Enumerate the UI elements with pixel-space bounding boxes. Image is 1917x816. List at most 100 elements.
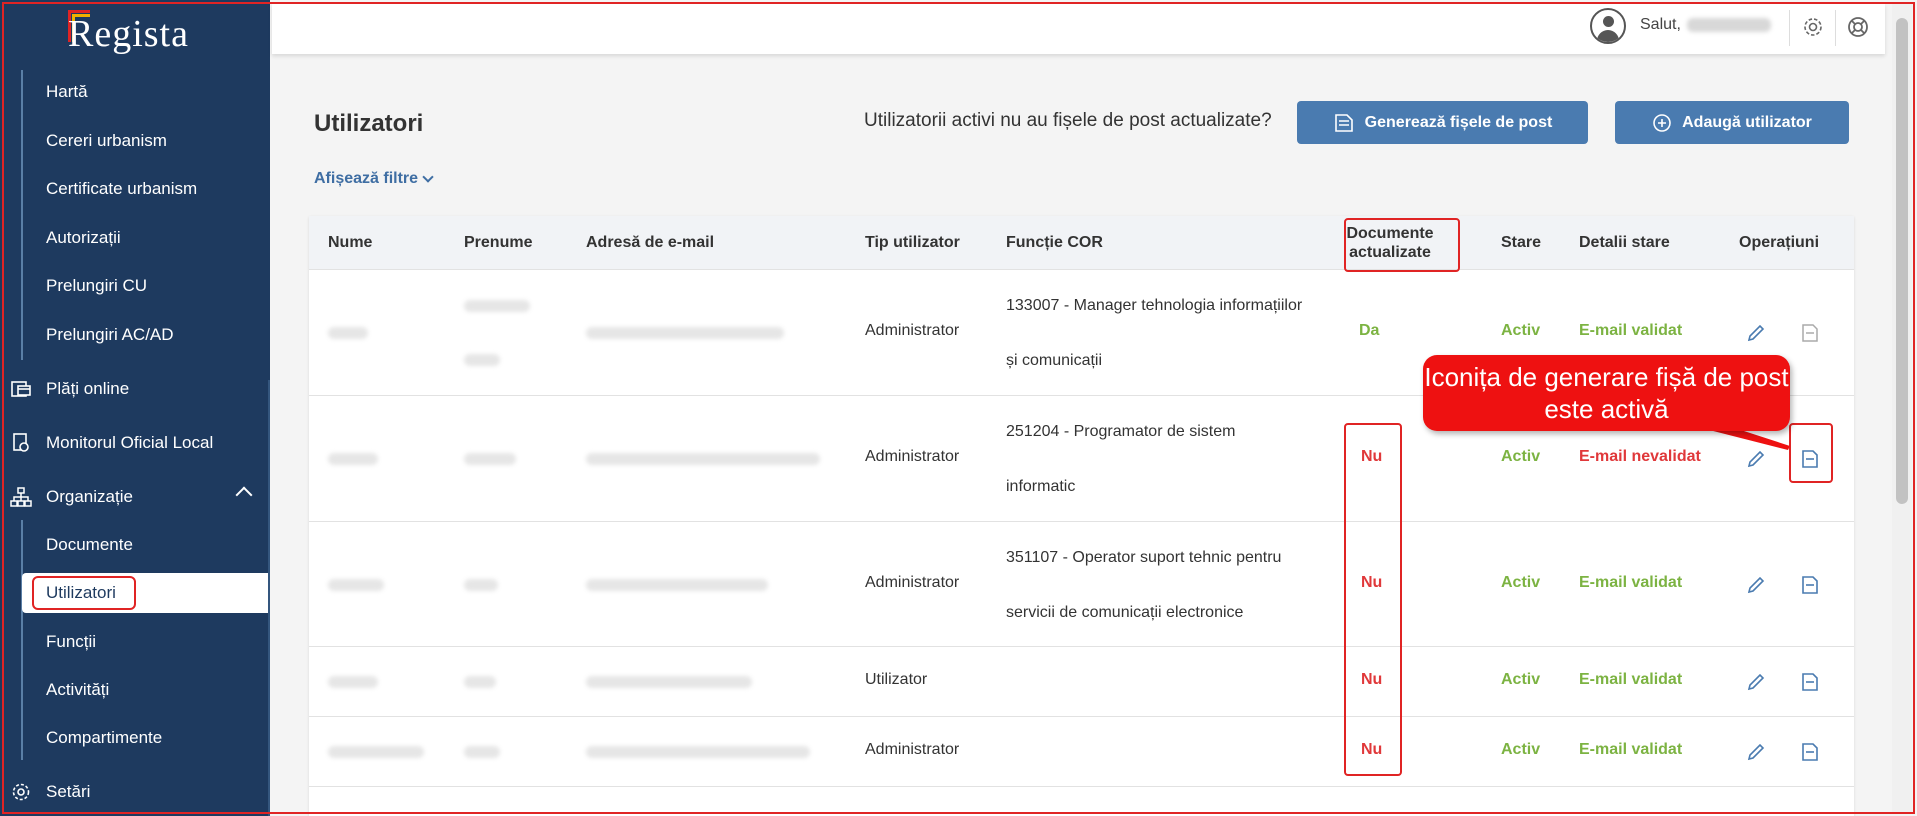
status-details: E-mail validat	[1579, 322, 1683, 339]
sidebar-item-prelungiri-ac-ad[interactable]: Prelungiri AC/AD	[0, 315, 270, 355]
column-header-detalii[interactable]: Detalii stare	[1579, 216, 1670, 270]
email-blurred	[586, 327, 784, 339]
sidebar-item-activitati[interactable]: Activități	[0, 670, 270, 710]
edit-pencil-icon[interactable]	[1744, 321, 1768, 345]
sidebar-item-functii[interactable]: Funcții	[0, 622, 270, 662]
divider	[1789, 10, 1790, 46]
user-type: Administrator	[865, 741, 960, 758]
surname-blurred	[464, 354, 500, 366]
sidebar-item-organizatie[interactable]: Organizație	[0, 477, 270, 517]
column-header-prenume[interactable]: Prenume	[464, 216, 532, 270]
generate-job-sheet-icon[interactable]	[1798, 670, 1822, 694]
surname-blurred	[464, 300, 530, 312]
column-header-stare[interactable]: Stare	[1501, 216, 1541, 270]
edit-pencil-icon[interactable]	[1744, 740, 1768, 764]
sidebar-item-label: Prelungiri CU	[46, 276, 148, 295]
sidebar-item-label: Plăți online	[46, 379, 130, 398]
sidebar-item-label: Cereri urbanism	[46, 131, 167, 150]
edit-pencil-icon[interactable]	[1744, 447, 1768, 471]
sidebar-item-label: Funcții	[46, 632, 97, 651]
name-blurred	[328, 676, 378, 688]
sidebar-item-label: Activități	[46, 680, 110, 699]
user-name-blurred	[1687, 18, 1771, 32]
user-type: Administrator	[865, 322, 960, 339]
status-details: E-mail validat	[1579, 574, 1683, 591]
chevron-up-icon[interactable]	[235, 486, 253, 504]
sidebar-item-label: Autorizații	[46, 228, 121, 247]
status-badge: Activ	[1501, 574, 1541, 591]
generate-job-sheet-icon[interactable]	[1798, 573, 1822, 597]
help-lifebuoy-icon[interactable]	[1845, 14, 1871, 40]
sidebar-item-autorizatii[interactable]: Autorizații	[0, 218, 270, 258]
cor-function: 351107 - Operator suport tehnic pentru	[1006, 549, 1282, 566]
surname-blurred	[464, 579, 498, 591]
status-badge: Activ	[1501, 448, 1541, 465]
sidebar-item-harta[interactable]: Hartă	[0, 72, 270, 112]
surname-blurred	[464, 676, 496, 688]
button-label: Generează fișele de post	[1364, 113, 1553, 131]
avatar[interactable]	[1590, 8, 1626, 44]
job-sheet-icon	[1334, 113, 1353, 132]
sidebar-item-documente[interactable]: Documente	[0, 525, 270, 565]
email-blurred	[586, 746, 810, 758]
page-title: Utilizatori	[314, 110, 424, 137]
scrollbar-thumb[interactable]	[1896, 18, 1908, 504]
sidebar-item-compartimente[interactable]: Compartimente	[0, 718, 270, 758]
settings-icon[interactable]	[1800, 14, 1826, 40]
user-type: Administrator	[865, 574, 960, 591]
org-chart-icon	[10, 486, 32, 508]
table-row: Utilizator Nu Activ E-mail validat	[309, 647, 1854, 717]
sidebar-item-prelungiri-cu[interactable]: Prelungiri CU	[0, 266, 270, 306]
status-badge: Activ	[1501, 322, 1541, 339]
sidebar-item-label: Setări	[46, 782, 91, 801]
generate-job-sheets-button[interactable]: Generează fișele de post	[1297, 101, 1588, 144]
highlight-documente-nu-column	[1344, 423, 1402, 776]
edit-pencil-icon[interactable]	[1744, 573, 1768, 597]
sidebar-item-certificate-urbanism[interactable]: Certificate urbanism	[0, 169, 270, 209]
chevron-down-icon	[422, 171, 434, 183]
name-blurred	[328, 453, 378, 465]
generate-job-sheet-icon-disabled	[1798, 321, 1822, 345]
email-blurred	[586, 453, 820, 465]
column-header-functie[interactable]: Funcție COR	[1006, 216, 1103, 270]
sidebar-item-label: Certificate urbanism	[46, 179, 198, 198]
users-table: Nume Prenume Adresă de e-mail Tip utiliz…	[309, 216, 1854, 816]
add-user-button[interactable]: Adaugă utilizator	[1615, 101, 1849, 144]
sidebar-item-setari[interactable]: Setări	[0, 772, 270, 812]
cor-function: 133007 - Manager tehnologia informațiilo…	[1006, 297, 1303, 314]
column-header-tip[interactable]: Tip utilizator	[865, 216, 960, 270]
show-filters-toggle[interactable]: Afișează filtre	[314, 170, 434, 188]
status-details: E-mail validat	[1579, 671, 1683, 688]
filters-label: Afișează filtre	[314, 170, 419, 187]
sidebar-item-label: Organizație	[46, 487, 133, 506]
sidebar-scrollbar[interactable]	[268, 380, 270, 816]
sidebar-item-monitorul-oficial[interactable]: Monitorul Oficial Local	[0, 423, 270, 463]
gear-icon	[10, 781, 32, 803]
app-logo[interactable]: Regista	[68, 12, 189, 56]
name-blurred	[328, 746, 424, 758]
column-header-email[interactable]: Adresă de e-mail	[586, 216, 714, 270]
document-badge-icon	[10, 432, 32, 454]
surname-blurred	[464, 746, 500, 758]
table-row: Administrator 351107 - Operator suport t…	[309, 522, 1854, 647]
user-type: Utilizator	[865, 671, 928, 688]
email-blurred	[586, 676, 752, 688]
email-blurred	[586, 579, 768, 591]
greeting-text: Salut,	[1640, 16, 1681, 33]
page-scrollbar[interactable]	[1892, 4, 1912, 812]
top-bar: Salut,	[272, 4, 1885, 54]
status-details: E-mail nevalidat	[1579, 448, 1701, 465]
column-header-nume[interactable]: Nume	[328, 216, 372, 270]
sidebar-item-label: Documente	[46, 535, 133, 554]
cor-function: 251204 - Programator de sistem	[1006, 423, 1236, 440]
generate-job-sheet-icon[interactable]	[1798, 740, 1822, 764]
sidebar-item-cereri-urbanism[interactable]: Cereri urbanism	[0, 121, 270, 161]
edit-pencil-icon[interactable]	[1744, 670, 1768, 694]
cor-function: și comunicații	[1006, 352, 1103, 369]
update-prompt-text: Utilizatorii activi nu au fișele de post…	[864, 110, 1272, 131]
name-blurred	[328, 579, 384, 591]
sidebar-item-label: Compartimente	[46, 728, 163, 747]
sidebar-item-plati-online[interactable]: Plăți online	[0, 369, 270, 409]
cor-function: informatic	[1006, 478, 1076, 495]
plus-circle-icon	[1653, 113, 1671, 132]
